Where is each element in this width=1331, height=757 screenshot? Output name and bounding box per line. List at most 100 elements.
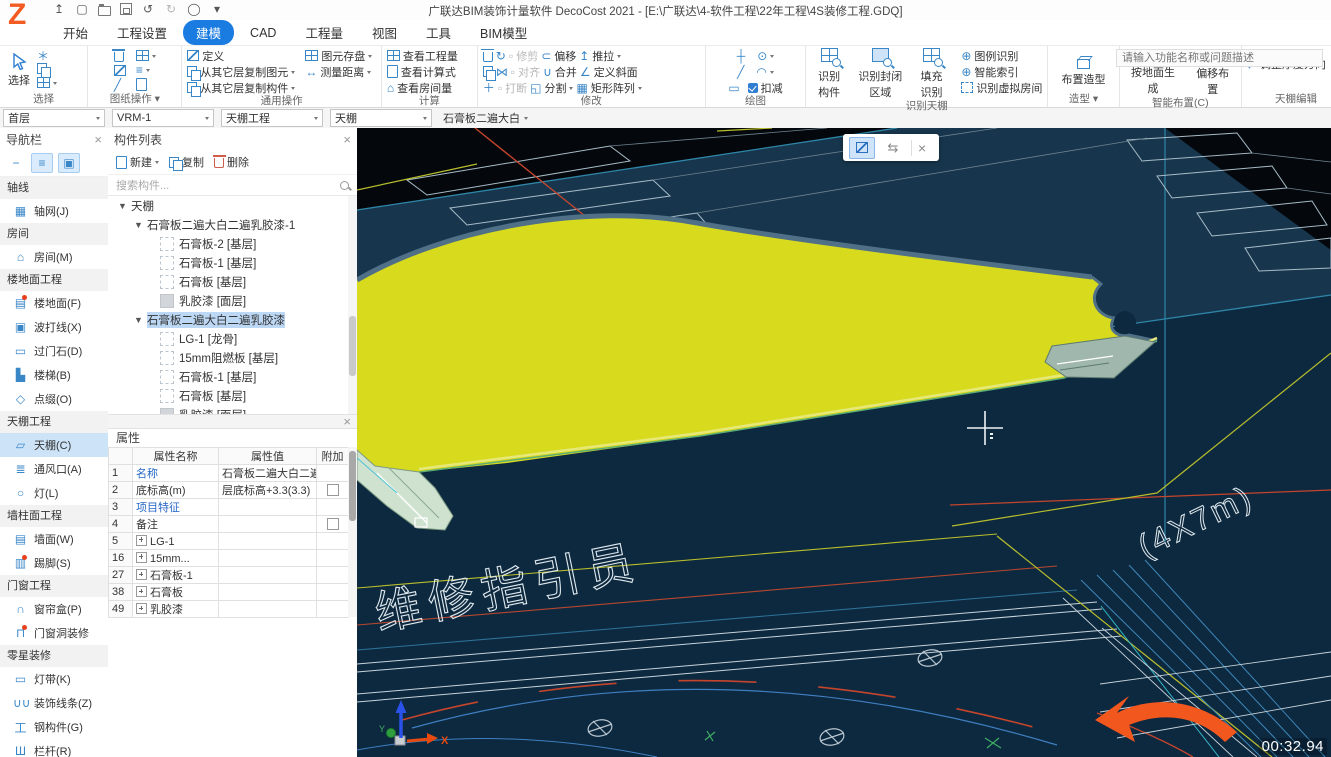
expand-icon[interactable] (136, 586, 147, 597)
expand-icon[interactable] (136, 535, 147, 546)
copy-component-button[interactable]: 复制 (169, 154, 204, 170)
mirror-icon[interactable]: ⋈ (496, 66, 508, 78)
region-select[interactable]: VRM-1 (112, 109, 214, 127)
sidebar-item-decoration[interactable]: ◇点缀(O) (0, 387, 108, 411)
sidebar-item-railing[interactable]: Ш栏杆(R) (0, 739, 108, 757)
legend-recognize-button[interactable]: ⊕图例识别 (961, 48, 1042, 63)
attach-checkbox[interactable] (327, 484, 339, 496)
close-icon[interactable]: × (343, 415, 351, 428)
delete-drawing-icon[interactable] (114, 52, 124, 62)
save-icon[interactable] (120, 3, 132, 15)
close-icon[interactable]: × (918, 141, 926, 155)
layers-button[interactable]: ≡ (136, 64, 156, 75)
table-row[interactable]: 4备注 (109, 516, 349, 533)
move-icon[interactable]: ＋ (483, 82, 495, 94)
sidebar-item-wall[interactable]: ▤墙面(W) (0, 527, 108, 551)
rectangle-icon[interactable]: ▭ (728, 82, 739, 94)
tree-group-1[interactable]: ▼石膏板二遍大白二遍乳胶漆-1 (108, 215, 357, 234)
tab-quantity[interactable]: 工程量 (292, 20, 356, 45)
category-select[interactable]: 天棚工程 (221, 109, 323, 127)
tree-item[interactable]: 石膏板-1 [基层] (108, 367, 357, 386)
sidebar-item-stair[interactable]: ▙楼梯(B) (0, 363, 108, 387)
offset-button[interactable]: ⊂偏移 (541, 48, 576, 64)
delete-icon[interactable] (483, 52, 493, 62)
break-button[interactable]: ▫ 打断 (498, 80, 527, 96)
redo-icon[interactable]: ↻ (164, 2, 178, 16)
panel-splitter[interactable]: × (108, 414, 357, 429)
batch-select-button[interactable] (37, 75, 57, 90)
tree-item[interactable]: 石膏板-2 [基层] (108, 234, 357, 253)
sidebar-item-ceiling[interactable]: ▱天棚(C) (0, 433, 108, 457)
tree-item[interactable]: 15mm阻燃板 [基层] (108, 348, 357, 367)
tree-root-ceiling[interactable]: ▼天棚 (108, 196, 357, 215)
tree-group-2-selected[interactable]: ▼石膏板二遍大白二遍乳胶漆 (108, 310, 357, 329)
virtual-room-button[interactable]: 识别虚拟房间 (961, 80, 1042, 95)
floor-select[interactable]: 首层 (3, 109, 105, 127)
tab-modeling[interactable]: 建模 (183, 20, 234, 45)
scroll-thumb[interactable] (349, 316, 356, 376)
edit-mode-button[interactable] (849, 137, 875, 159)
collapse-icon[interactable]: − (6, 154, 26, 172)
close-icon[interactable]: × (94, 133, 102, 146)
element-save-button[interactable]: 图元存盘 (305, 48, 372, 63)
tab-cad[interactable]: CAD (237, 23, 289, 43)
rect-array-button[interactable]: ▦矩形阵列 (576, 80, 641, 96)
point-icon[interactable]: ┼ (737, 50, 746, 62)
sidebar-item-room[interactable]: ⌂房间(M) (0, 245, 108, 269)
line-icon[interactable]: ╱ (114, 79, 126, 91)
close-icon[interactable]: × (343, 133, 351, 146)
component-select[interactable]: 石膏板二遍大白 (439, 110, 532, 126)
tab-tools[interactable]: 工具 (413, 20, 464, 45)
tab-view[interactable]: 视图 (359, 20, 410, 45)
panel-view-icon[interactable]: ▣ (58, 153, 80, 173)
component-search[interactable]: 搜索构件... (108, 174, 357, 196)
expand-icon[interactable] (136, 603, 147, 614)
sidebar-item-decor-line[interactable]: ∪∪装饰线条(Z) (0, 691, 108, 715)
rotate-icon[interactable]: ↻ (496, 50, 506, 62)
paste-icon[interactable] (37, 63, 47, 74)
view-room-button[interactable]: ⌂查看房间量 (387, 80, 458, 95)
arc-button[interactable]: ◠ (756, 66, 773, 78)
sidebar-item-floor[interactable]: ▤楼地面(F) (0, 291, 108, 315)
table-row[interactable]: 49乳胶漆 (109, 601, 349, 618)
tree-item[interactable]: LG-1 [龙骨] (108, 329, 357, 348)
layout-shape-button[interactable]: 布置造型 (1059, 48, 1109, 93)
smart-index-button[interactable]: ⊕智能索引 (961, 64, 1042, 79)
recognize-region-button[interactable]: 识别封闭区域 (855, 48, 906, 100)
tab-project-settings[interactable]: 工程设置 (104, 20, 180, 45)
expand-icon[interactable] (136, 552, 147, 563)
open-file-icon[interactable] (98, 6, 111, 16)
align-button[interactable]: ▫ 对齐 (511, 64, 540, 80)
delete-component-button[interactable]: 删除 (214, 154, 249, 170)
tab-start[interactable]: 开始 (50, 20, 101, 45)
fill-recognize-button[interactable]: 填充识别 (914, 48, 950, 100)
select-tool-icon[interactable]: ◯ (187, 2, 201, 16)
sidebar-item-axis-grid[interactable]: ▦轴网(J) (0, 199, 108, 223)
sidebar-item-skirting[interactable]: ▥踢脚(S) (0, 551, 108, 575)
new-component-button[interactable]: 新建 (116, 154, 159, 170)
list-view-icon[interactable]: ≡ (31, 153, 53, 173)
merge-button[interactable]: ∪合并 (543, 64, 577, 80)
sidebar-item-curtain-box[interactable]: ∩窗帘盒(P) (0, 597, 108, 621)
tree-item[interactable]: 石膏板-1 [基层] (108, 253, 357, 272)
properties-scrollbar[interactable] (348, 447, 357, 617)
swap-selection-button[interactable]: ⇆ (881, 138, 905, 158)
undo-icon[interactable]: ↺ (141, 2, 155, 16)
trim-button[interactable]: ▫ 修剪 (509, 48, 538, 64)
table-row[interactable]: 27石膏板-1 (109, 567, 349, 584)
expand-icon[interactable] (136, 569, 147, 580)
table-row[interactable]: 3项目特征 (109, 499, 349, 516)
sidebar-item-vent[interactable]: ≣通风口(A) (0, 457, 108, 481)
viewport-canvas[interactable]: 维修指引员 (4X7m) X Y (357, 128, 1331, 757)
define-slope-button[interactable]: ∠定义斜面 (580, 64, 638, 80)
recognize-component-button[interactable]: 识别构件 (811, 48, 847, 100)
table-row[interactable]: 1名称石膏板二遍大白二遍... (109, 465, 349, 482)
type-select[interactable]: 天棚 (330, 109, 432, 127)
circle-button[interactable]: ⊙ (757, 50, 774, 62)
tree-item[interactable]: 石膏板 [基层] (108, 386, 357, 405)
sidebar-item-light[interactable]: ○灯(L) (0, 481, 108, 505)
tree-item[interactable]: 乳胶漆 [面层] (108, 291, 357, 310)
scroll-thumb[interactable] (349, 451, 356, 521)
tab-bim-model[interactable]: BIM模型 (467, 20, 540, 45)
function-search-input[interactable] (1116, 49, 1323, 67)
